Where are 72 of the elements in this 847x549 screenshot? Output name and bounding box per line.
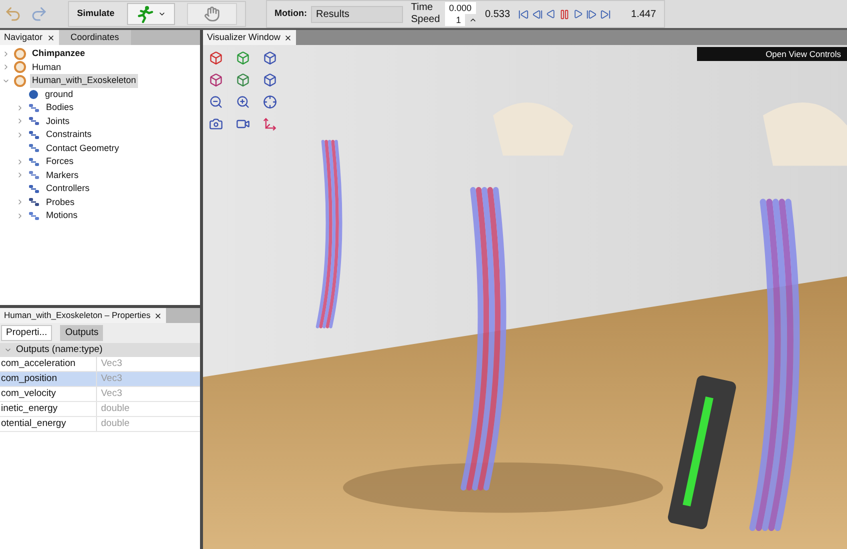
- properties-tab[interactable]: Outputs: [60, 325, 104, 342]
- spinner-icon[interactable]: [469, 16, 477, 24]
- group-header: Outputs (name:type): [16, 343, 103, 358]
- close-icon[interactable]: [154, 312, 162, 320]
- close-icon[interactable]: [46, 34, 55, 42]
- speed-label: Speed: [411, 14, 441, 26]
- step-forward-icon[interactable]: [586, 8, 598, 20]
- tree-item[interactable]: Probes: [44, 196, 77, 209]
- speed-field[interactable]: 1: [445, 14, 465, 26]
- tree-item[interactable]: Joints: [44, 114, 72, 128]
- tree-item[interactable]: Motions: [44, 209, 80, 222]
- hand-button[interactable]: [186, 3, 237, 25]
- motion-label: Motion:: [274, 7, 307, 20]
- output-name: com_velocity: [0, 387, 97, 402]
- time-label: Time: [411, 2, 434, 14]
- table-row[interactable]: inetic_energy double: [0, 402, 200, 418]
- properties-title-tab[interactable]: Human_with_Exoskeleton – Properties: [0, 308, 166, 323]
- table-row[interactable]: otential_energy double: [0, 417, 200, 432]
- tree-item[interactable]: ground: [43, 88, 76, 101]
- panel-tab[interactable]: Navigator: [0, 30, 59, 45]
- cube-icon[interactable]: [263, 51, 277, 65]
- tree-item[interactable]: Human: [30, 60, 64, 74]
- tree-item[interactable]: Markers: [44, 168, 81, 182]
- tree-item[interactable]: Bodies: [44, 101, 76, 114]
- play-reverse-icon[interactable]: [546, 9, 556, 19]
- start-time: 0.533: [485, 8, 510, 22]
- output-type: Vec3: [100, 357, 122, 372]
- zoom-out-icon[interactable]: [209, 95, 223, 109]
- tree-item[interactable]: Chimpanzee: [30, 47, 88, 60]
- crosshair-icon[interactable]: [263, 95, 277, 109]
- time-field[interactable]: 0.000: [445, 2, 476, 14]
- output-name: inetic_energy: [0, 402, 97, 416]
- tree-item[interactable]: Contact Geometry: [44, 142, 122, 155]
- play-icon[interactable]: [573, 9, 584, 19]
- close-icon[interactable]: [284, 34, 292, 42]
- output-name: com_position: [0, 372, 97, 386]
- output-name: otential_energy: [0, 417, 97, 432]
- run-button[interactable]: [126, 3, 175, 25]
- output-type: double: [100, 402, 130, 416]
- table-row[interactable]: com_position Vec3: [0, 372, 200, 388]
- properties-tab[interactable]: Properti...: [1, 325, 52, 342]
- cube-icon[interactable]: [209, 51, 223, 65]
- cube-icon[interactable]: [236, 73, 250, 87]
- skip-forward-icon[interactable]: [600, 8, 612, 20]
- axes-icon[interactable]: [263, 117, 277, 131]
- zoom-in-icon[interactable]: [236, 95, 250, 109]
- step-back-icon[interactable]: [532, 8, 544, 20]
- open-view-controls-button[interactable]: Open View Controls: [697, 47, 847, 61]
- output-type: Vec3: [100, 387, 122, 402]
- panel-tab[interactable]: Coordinates: [58, 30, 132, 45]
- simulate-label: Simulate: [77, 7, 115, 20]
- output-name: com_acceleration: [0, 357, 97, 372]
- tree-item[interactable]: Constraints: [44, 128, 94, 142]
- cube-icon[interactable]: [236, 51, 250, 65]
- visualizer-tab[interactable]: Visualizer Window: [203, 30, 296, 45]
- caret-icon: [158, 10, 166, 18]
- tree-item[interactable]: Forces: [44, 155, 76, 168]
- motion-field[interactable]: Results: [311, 6, 403, 22]
- pause-icon[interactable]: [559, 8, 570, 20]
- cube-icon[interactable]: [209, 73, 223, 87]
- end-time: 1.447: [631, 8, 656, 22]
- cube-icon[interactable]: [263, 73, 277, 87]
- skip-back-icon[interactable]: [518, 8, 530, 20]
- camera-icon[interactable]: [209, 117, 223, 131]
- tree-item[interactable]: Human_with_Exoskeleton: [30, 74, 138, 88]
- running-figure-icon: [136, 5, 154, 23]
- output-type: Vec3: [100, 372, 122, 386]
- hand-icon: [204, 6, 220, 22]
- output-type: double: [100, 417, 130, 432]
- table-row[interactable]: com_velocity Vec3: [0, 387, 200, 402]
- tree-item[interactable]: Controllers: [44, 182, 92, 196]
- video-camera-icon[interactable]: [236, 117, 250, 131]
